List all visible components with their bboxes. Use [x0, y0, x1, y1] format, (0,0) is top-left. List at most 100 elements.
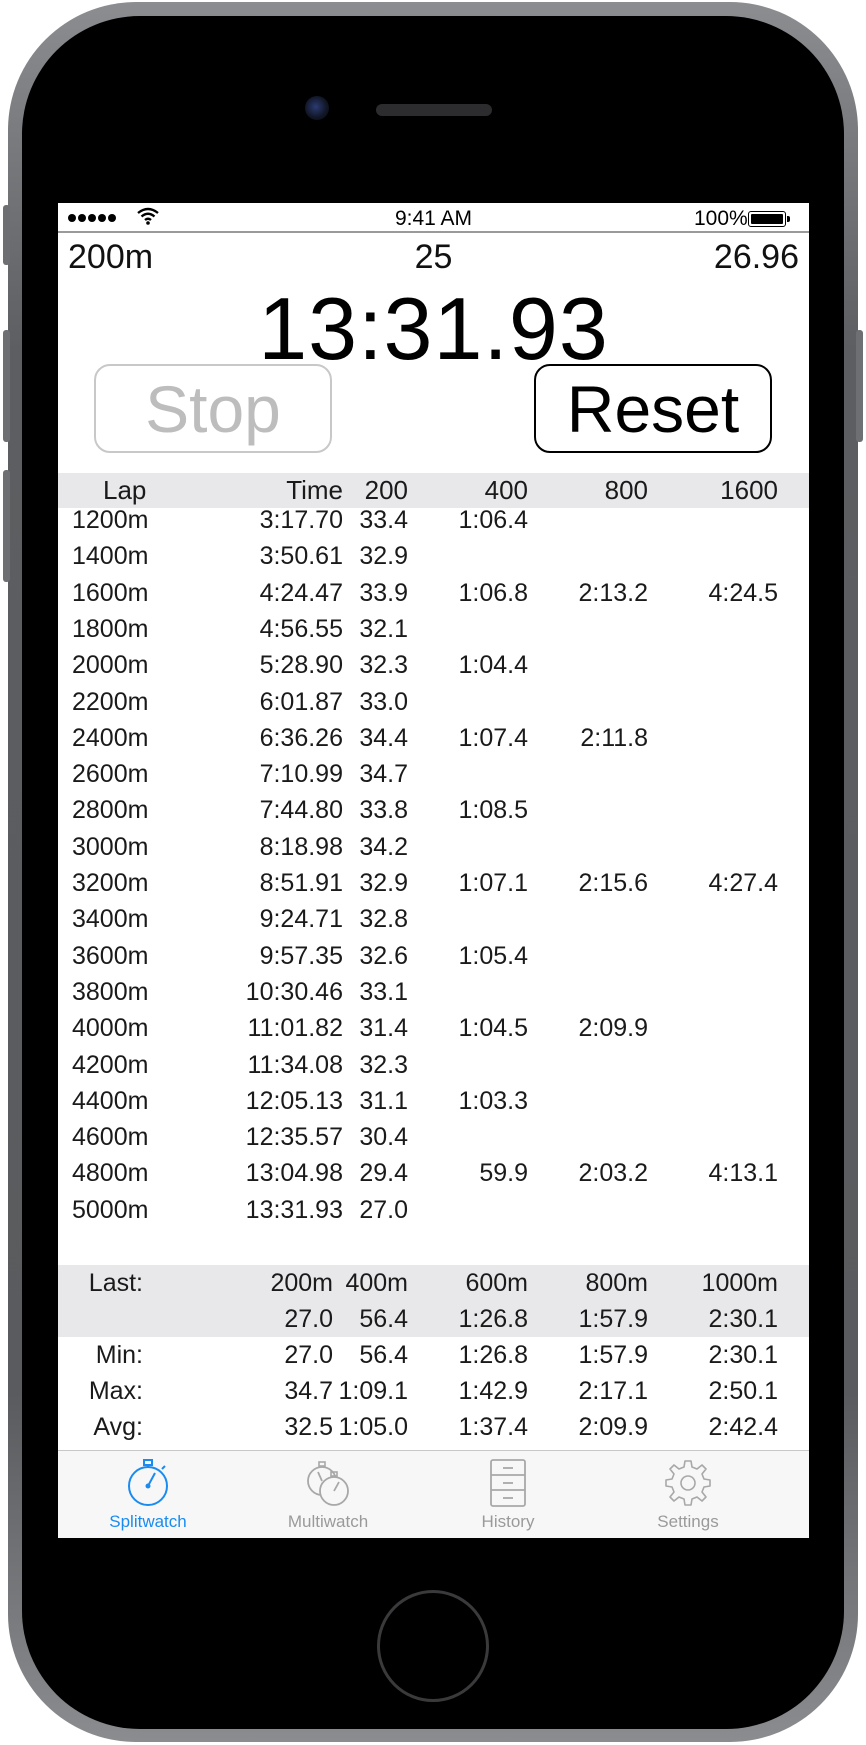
cell-time: 3:50.61 — [259, 542, 343, 571]
stat-value-avg: 32.5 — [284, 1413, 333, 1441]
cell-lap: 1800m — [72, 614, 149, 643]
cell-200: 34.4 — [359, 723, 408, 752]
cell-lap: 4600m — [72, 1123, 149, 1152]
app-screen: 9:41 AM 100% 200m 25 26.96 13:31.93 Stop… — [58, 203, 809, 1538]
stat-row-last: 27.0 56.4 1:26.8 1:57.9 2:30.1 — [58, 1301, 809, 1337]
cell-lap: 2200m — [72, 687, 149, 716]
cell-time: 8:18.98 — [259, 832, 343, 861]
stat-value-min: 2:30.1 — [708, 1341, 778, 1369]
table-row: 4200m 11:34.08 32.3 — [58, 1050, 809, 1086]
cell-200: 32.3 — [359, 651, 408, 680]
lap-count: 25 — [414, 238, 453, 276]
multi-stopwatch-icon — [307, 1461, 349, 1506]
cell-time: 13:31.93 — [245, 1195, 343, 1224]
cell-200: 29.4 — [359, 1159, 408, 1188]
cell-time: 4:24.47 — [259, 578, 343, 607]
cell-200: 31.1 — [359, 1086, 408, 1115]
stat-row-min: Min: 27.0 56.4 1:26.8 1:57.9 2:30.1 — [58, 1337, 809, 1373]
table-row: 1400m 3:50.61 32.9 — [58, 541, 809, 577]
cell-200: 32.1 — [359, 614, 408, 643]
cell-time: 6:01.87 — [259, 687, 343, 716]
stat-row-max: Max: 34.7 1:09.1 1:42.9 2:17.1 2:50.1 — [58, 1373, 809, 1409]
cell-200: 33.0 — [359, 687, 408, 716]
cell-lap: 1400m — [72, 542, 149, 571]
cell-time: 12:05.13 — [245, 1086, 343, 1115]
column-header-1600: 1600 — [720, 475, 778, 505]
home-button[interactable] — [377, 1590, 489, 1702]
stat-value-avg: 1:05.0 — [338, 1413, 408, 1441]
stat-label-min: Min: — [95, 1341, 143, 1369]
stat-value-max: 2:17.1 — [578, 1377, 648, 1405]
cell-200: 34.2 — [359, 832, 408, 861]
table-row: 5000m 13:31.93 27.0 — [58, 1195, 809, 1231]
column-header-400: 400 — [484, 475, 528, 505]
tab-multiwatch[interactable]: Multiwatch — [238, 1451, 418, 1538]
table-row: 3600m 9:57.35 32.6 1:05.4 — [58, 941, 809, 977]
tab-splitwatch[interactable]: Splitwatch — [58, 1451, 238, 1538]
gear-icon — [665, 1460, 711, 1506]
battery-icon — [748, 211, 790, 227]
splits-table[interactable]: 1200m 3:17.70 33.4 1:06.4 1400m 3:50.61 32.9 16… — [58, 505, 809, 1224]
column-header-lap: Lap — [103, 475, 147, 505]
stat-row-avg: Avg: 32.5 1:05.0 1:37.4 2:09.9 2:42.4 — [58, 1409, 809, 1445]
column-header-200: 200 — [364, 475, 408, 505]
stat-distance-800m: 800m — [585, 1269, 648, 1297]
stat-value-last: 56.4 — [359, 1305, 408, 1333]
cell-200: 33.8 — [359, 796, 408, 825]
cell-lap: 3600m — [72, 941, 149, 970]
cell-lap: 3400m — [72, 905, 149, 934]
splits-table-header: Lap Time 200 400 800 1600 — [58, 473, 809, 508]
reset-button[interactable]: Reset — [534, 364, 772, 453]
stat-value-min: 1:26.8 — [458, 1341, 528, 1369]
cell-time: 9:24.71 — [259, 905, 343, 934]
mute-switch — [3, 205, 10, 265]
cell-200: 32.9 — [359, 869, 408, 897]
cell-200: 34.7 — [359, 760, 408, 789]
cell-800: 2:15.6 — [578, 869, 648, 897]
cell-200: 32.9 — [359, 542, 408, 571]
cell-200: 33.9 — [359, 578, 408, 607]
tab-label-history: History — [481, 1512, 535, 1531]
stat-label-last: Last: — [88, 1269, 143, 1297]
cell-1600: 4:13.1 — [708, 1159, 778, 1188]
cell-200: 32.6 — [359, 941, 408, 970]
cell-time: 3:17.70 — [259, 506, 343, 534]
table-row: 3800m 10:30.46 33.1 — [58, 977, 809, 1013]
table-row: 3000m 8:18.98 34.2 — [58, 832, 809, 868]
cell-lap: 4400m — [72, 1086, 149, 1115]
stat-value-min: 27.0 — [284, 1341, 333, 1369]
stat-distance-400m: 400m — [345, 1269, 408, 1297]
cell-time: 13:04.98 — [245, 1159, 343, 1188]
tab-history[interactable]: History — [418, 1451, 598, 1538]
cell-time: 8:51.91 — [259, 869, 343, 897]
stat-distance-600m: 600m — [465, 1269, 528, 1297]
table-row: 2600m 7:10.99 34.7 — [58, 759, 809, 795]
stopwatch-icon — [128, 1459, 168, 1506]
table-row: 1800m 4:56.55 32.1 — [58, 614, 809, 650]
table-row: 4000m 11:01.82 31.4 1:04.5 2:09.9 — [58, 1013, 809, 1049]
tab-bar: Splitwatch Multiwatch History Settings — [58, 1450, 809, 1538]
status-bar: 9:41 AM 100% — [58, 203, 809, 233]
cell-lap: 4800m — [72, 1159, 149, 1188]
stop-button[interactable]: Stop — [94, 364, 332, 453]
cell-200: 27.0 — [359, 1195, 408, 1224]
table-row: 4400m 12:05.13 31.1 1:03.3 — [58, 1086, 809, 1122]
stat-value-last: 1:57.9 — [578, 1305, 648, 1333]
cell-time: 12:35.57 — [245, 1123, 343, 1152]
tab-settings[interactable]: Settings — [598, 1451, 778, 1538]
cell-time: 4:56.55 — [259, 614, 343, 643]
cell-lap: 1200m — [72, 506, 149, 534]
cell-200: 32.3 — [359, 1050, 408, 1079]
stat-value-max: 34.7 — [284, 1377, 333, 1405]
table-row: 2000m 5:28.90 32.3 1:04.4 — [58, 650, 809, 686]
cell-800: 2:09.9 — [578, 1014, 648, 1043]
stat-value-avg: 1:37.4 — [458, 1413, 528, 1441]
cell-400: 1:08.5 — [458, 796, 528, 825]
cell-400: 1:06.4 — [458, 506, 528, 534]
cell-lap: 4200m — [72, 1050, 149, 1079]
file-cabinet-icon — [490, 1459, 526, 1507]
volume-up-button — [3, 330, 10, 442]
cell-lap: 2800m — [72, 796, 149, 825]
stat-distance-200m: 200m — [270, 1269, 333, 1297]
table-row: 1200m 3:17.70 33.4 1:06.4 — [58, 505, 809, 541]
